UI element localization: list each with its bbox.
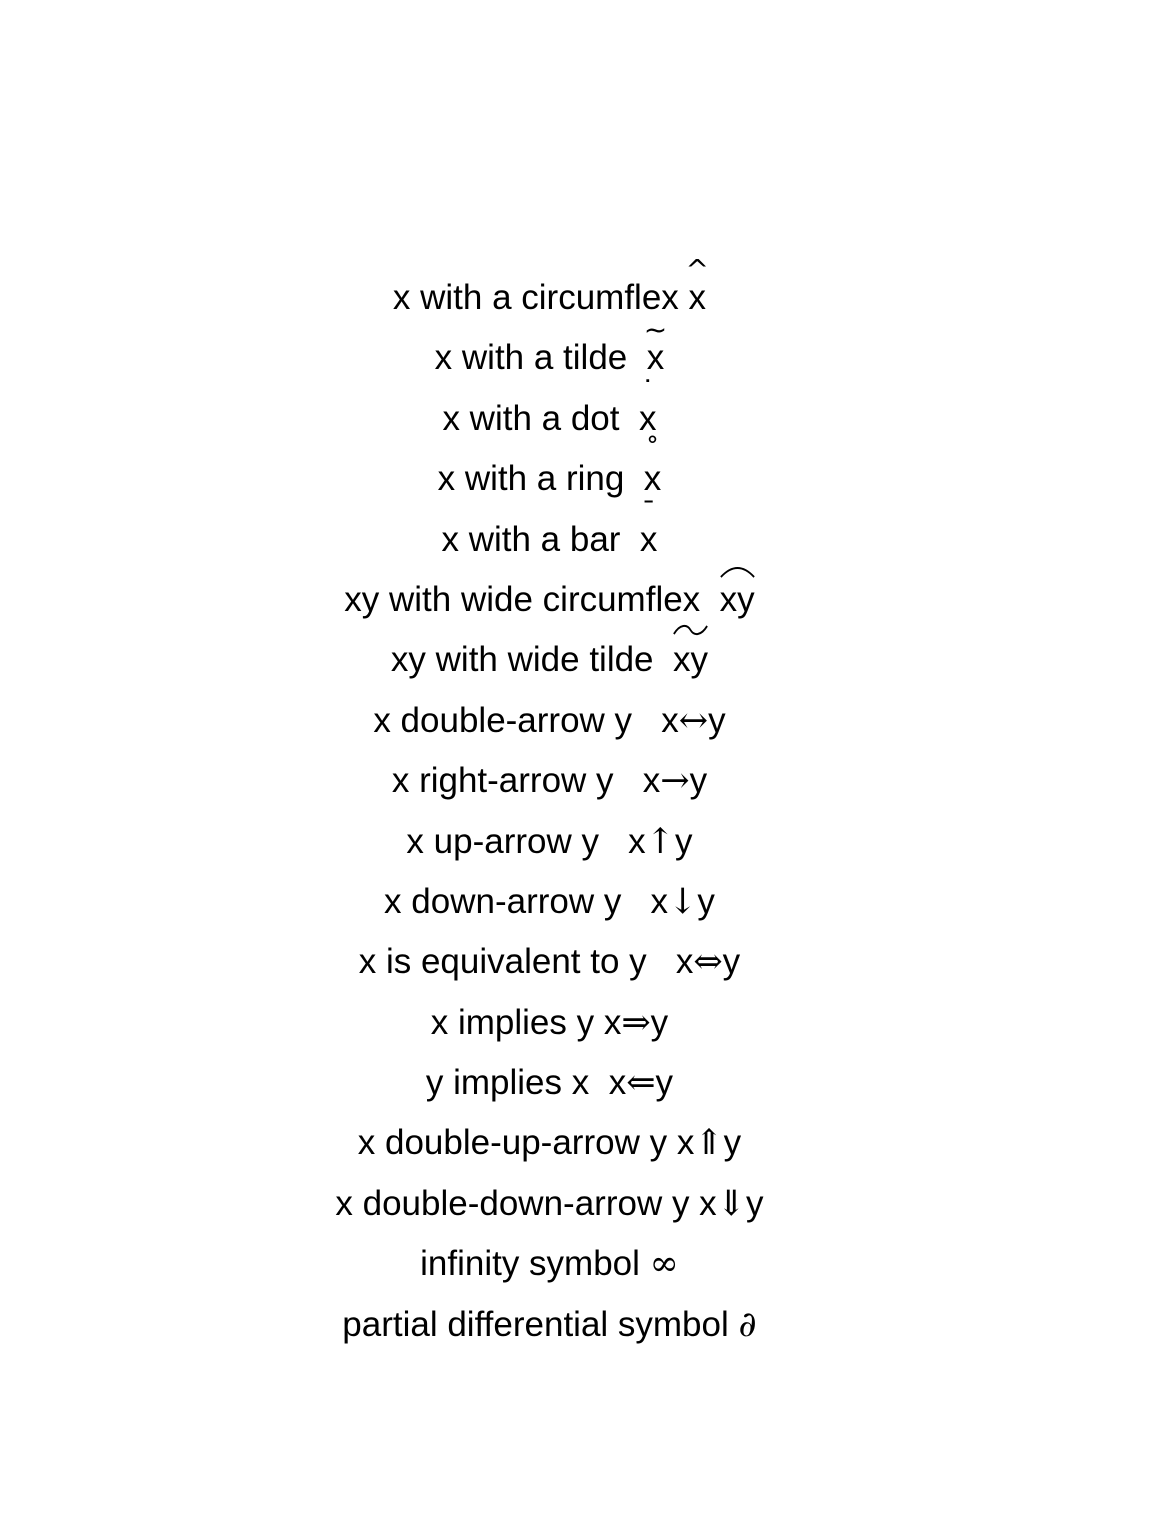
row-label: x down-arrow y: [384, 881, 651, 921]
formula-left: x: [628, 821, 646, 861]
base-letters: xy: [719, 579, 755, 619]
accented-x: x ¯: [640, 497, 658, 564]
partial-differential-icon: ∂: [738, 1304, 757, 1345]
formula-right: y: [689, 761, 708, 801]
row-label: x with a tilde: [434, 338, 647, 378]
dot-accent: ˙: [640, 373, 655, 407]
formula-right: y: [746, 1183, 764, 1223]
row-label: x double-down-arrow y: [335, 1183, 700, 1223]
row-label: x right-arrow y: [391, 761, 643, 801]
formula-right: y: [655, 1063, 674, 1103]
row-label: x with a bar: [441, 519, 640, 559]
row-label: x with a circumflex: [392, 278, 689, 317]
formula-right: y: [722, 942, 741, 982]
row-label: xy with wide tilde: [390, 640, 673, 680]
base-letters: xy: [672, 640, 708, 680]
left-right-arrow-icon: ↔: [678, 700, 709, 741]
accented-x: x ^: [686, 256, 709, 322]
accented-xy: xy: [672, 625, 708, 684]
row-label: x up-arrow y: [406, 821, 629, 861]
formula-right: y: [650, 1002, 669, 1042]
formula-left: x: [661, 700, 679, 740]
row-label: x double-up-arrow y: [357, 1123, 677, 1163]
formula-left: x: [608, 1063, 627, 1103]
up-arrow-icon: ↑: [645, 821, 675, 862]
wide-tilde-accent: [673, 622, 708, 638]
circumflex-accent: ^: [685, 253, 709, 286]
ring-accent: ˚: [645, 434, 660, 468]
row-label: x with a ring: [437, 459, 644, 499]
infinity-icon: ∞: [649, 1244, 679, 1285]
row-label: partial differential symbol: [342, 1304, 739, 1344]
math-symbols-document: x with a circumflex x ^ x with a tilde x ~…: [0, 226, 1060, 1345]
formula-left: x: [676, 1123, 695, 1163]
formula-right: y: [708, 700, 726, 740]
row-label: x is equivalent to y: [358, 942, 676, 982]
formula-right: y: [674, 821, 693, 861]
row-label: infinity symbol: [420, 1244, 650, 1284]
formula-left: x: [603, 1002, 622, 1042]
row-label: x double-arrow y: [373, 700, 662, 740]
formula-right: y: [723, 1123, 742, 1163]
formula-left: x: [675, 942, 694, 982]
formula-right: y: [697, 881, 715, 921]
double-up-arrow-icon: ⇑: [694, 1123, 724, 1164]
formula-left: x: [699, 1183, 717, 1223]
double-left-arrow-icon: ⇐: [626, 1063, 656, 1104]
double-right-arrow-icon: ⇒: [621, 1002, 651, 1043]
wide-circumflex-accent: [719, 562, 755, 578]
row-label: xy with wide circumflex: [344, 579, 720, 619]
formula-left: x: [650, 881, 669, 921]
row-label: y implies x: [425, 1063, 609, 1103]
down-arrow-icon: ↓: [668, 881, 698, 922]
bar-accent: ¯: [641, 494, 656, 528]
row-label: x implies y: [430, 1002, 604, 1042]
row-label: x with a dot: [442, 398, 639, 438]
double-down-arrow-icon: ⇓: [716, 1183, 746, 1224]
accented-xy: xy: [719, 566, 755, 624]
right-arrow-icon: →: [660, 761, 690, 802]
tilde-accent: ~: [643, 313, 668, 347]
double-left-right-arrow-icon: ⇔: [693, 942, 723, 983]
row-circumflex: x with a circumflex x ^: [0, 226, 1060, 318]
formula-left: x: [642, 761, 661, 801]
